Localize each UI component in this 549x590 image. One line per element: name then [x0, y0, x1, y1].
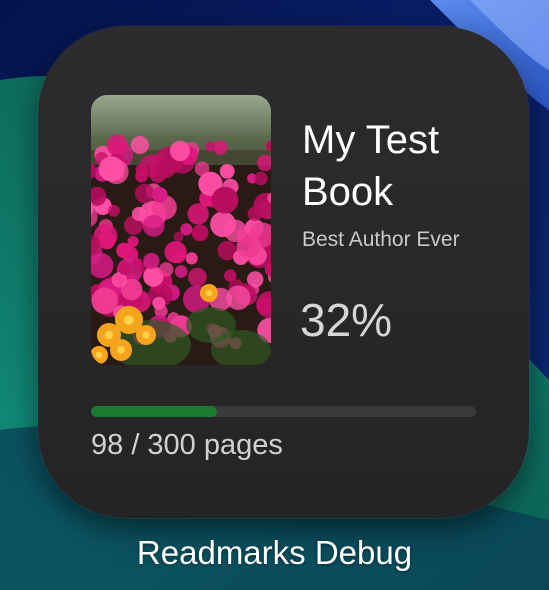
app-name-label: Readmarks Debug: [136, 534, 413, 571]
book-cover-image: [91, 95, 271, 365]
book-title: My Test Book: [302, 118, 440, 214]
book-author: Best Author Ever: [302, 228, 460, 251]
progress-percent: 32%: [300, 294, 393, 346]
progress-bar: [91, 406, 476, 417]
reading-progress-widget[interactable]: My Test Book Best Author Ever 32% 98 / 3…: [38, 26, 529, 518]
pages-read-label: 98 / 300 pages: [91, 429, 283, 461]
progress-bar-fill: [91, 406, 217, 417]
